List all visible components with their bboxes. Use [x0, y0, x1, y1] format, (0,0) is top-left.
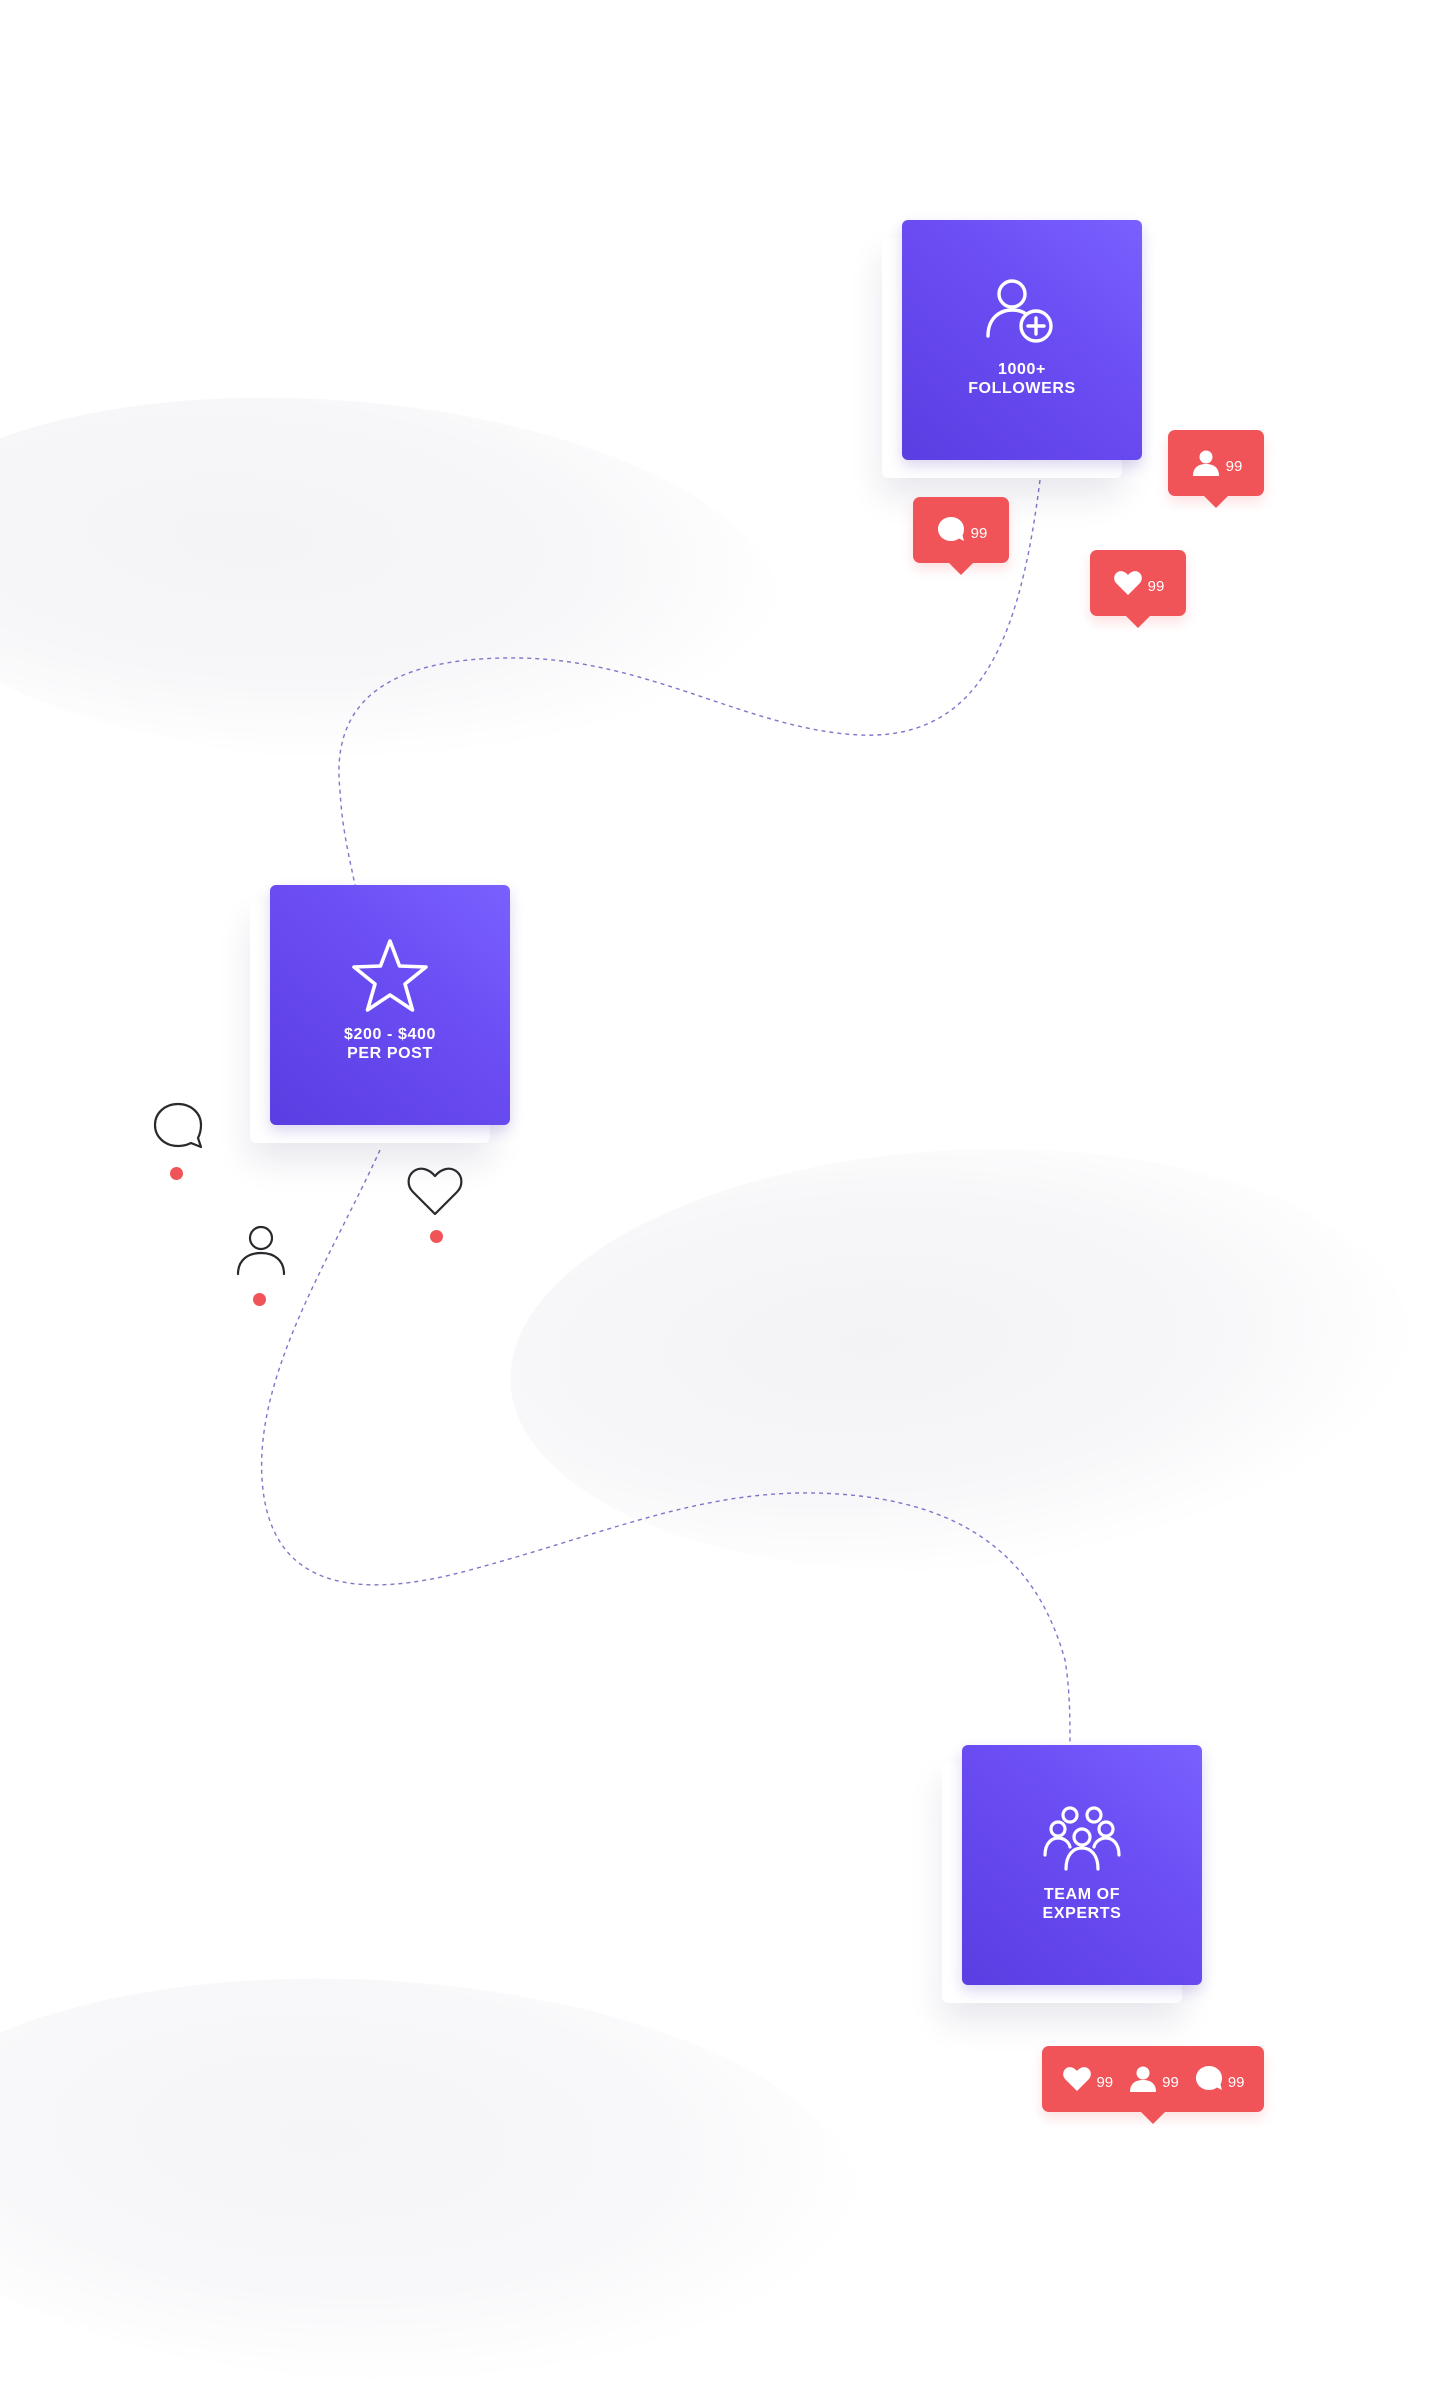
comment-outline-icon	[153, 1102, 203, 1149]
price-card[interactable]: $200 - $400 PER POST	[270, 885, 510, 1125]
red-dot	[170, 1167, 183, 1180]
red-dot	[253, 1293, 266, 1306]
follower-notification[interactable]: 99	[1168, 430, 1264, 508]
notification-count: 99	[1096, 2073, 1114, 2091]
comment-bubble-icon	[937, 517, 964, 541]
comment-bubble-icon	[1195, 2066, 1222, 2090]
notification-count: 99	[970, 524, 988, 542]
card-label: $200 - $400 PER POST	[344, 1025, 436, 1063]
team-icon	[1043, 1806, 1121, 1871]
card-label-line2: FOLLOWERS	[968, 380, 1076, 397]
card-label-line1: $200 - $400	[343, 1026, 436, 1043]
user-plus-icon	[986, 279, 1053, 343]
red-dot	[430, 1230, 443, 1243]
user-icon	[1192, 450, 1219, 476]
combined-like: 99	[1061, 2063, 1113, 2095]
card-label: TEAM OF EXPERTS	[1043, 1885, 1122, 1923]
heart-outline-icon	[407, 1167, 463, 1216]
card-label: 1000+ FOLLOWERS	[968, 360, 1076, 398]
notification-count: 99	[1225, 457, 1243, 475]
user-outline-icon	[236, 1225, 286, 1276]
heart-icon	[1063, 2067, 1092, 2091]
combined-comment: 99	[1193, 2063, 1245, 2095]
price-card-wrap: $200 - $400 PER POST	[250, 885, 510, 1143]
connector-bottom	[261, 1149, 1071, 1746]
team-card-wrap: TEAM OF EXPERTS	[942, 1745, 1202, 2003]
card-label-line2: PER POST	[347, 1045, 433, 1062]
followers-card-wrap: 1000+ FOLLOWERS	[882, 220, 1142, 478]
followers-card[interactable]: 1000+ FOLLOWERS	[902, 220, 1142, 460]
combined-follower: 99	[1127, 2063, 1179, 2095]
notification-count: 99	[1147, 577, 1165, 595]
card-label-line1: 1000+	[998, 361, 1046, 378]
star-icon	[352, 939, 428, 1012]
like-notification[interactable]: 99	[1090, 550, 1186, 628]
card-label-line2: EXPERTS	[1042, 1905, 1122, 1922]
team-card[interactable]: TEAM OF EXPERTS	[962, 1745, 1202, 1985]
comment-notification[interactable]: 99	[913, 497, 1009, 575]
notification-count: 99	[1227, 2073, 1245, 2091]
notification-count: 99	[1162, 2073, 1179, 2091]
user-icon	[1130, 2066, 1157, 2092]
heart-icon	[1113, 571, 1142, 595]
combined-notification[interactable]: 99 99 99	[1042, 2046, 1264, 2124]
card-label-line1: TEAM OF	[1043, 1886, 1121, 1903]
dashed-connector-path	[261, 479, 1071, 1746]
